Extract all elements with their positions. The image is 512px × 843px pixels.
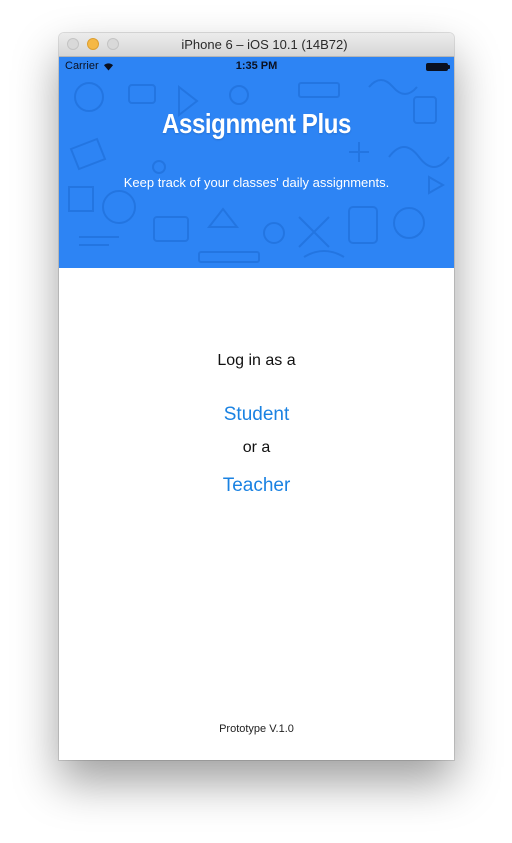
hero-banner: Carrier 1:35 PM Assignment Plus Keep tra… [59,57,454,268]
status-time: 1:35 PM [235,60,278,72]
battery-icon [426,63,450,71]
or-label: or a [242,439,271,456]
login-prompt: Log in as a [217,352,296,369]
window-title: iPhone 6 – iOS 10.1 (14B72) [181,37,348,52]
window-titlebar: iPhone 6 – iOS 10.1 (14B72) [59,33,454,57]
version-label: Prototype V.1.0 [219,723,294,735]
app-subtitle: Keep track of your classes' daily assign… [123,175,390,190]
app-title: Assignment Plus [162,108,351,139]
status-bar: Carrier 1:35 PM [59,57,454,77]
teacher-login-button[interactable]: Teacher [59,475,454,497]
doodle-pattern [68,79,450,263]
simulator-window: iPhone 6 – iOS 10.1 (14B72) Carrier 1:35… [59,33,454,760]
login-content: Log in as a Student or a Teacher Prototy… [59,268,454,760]
student-login-button[interactable]: Student [59,404,454,426]
